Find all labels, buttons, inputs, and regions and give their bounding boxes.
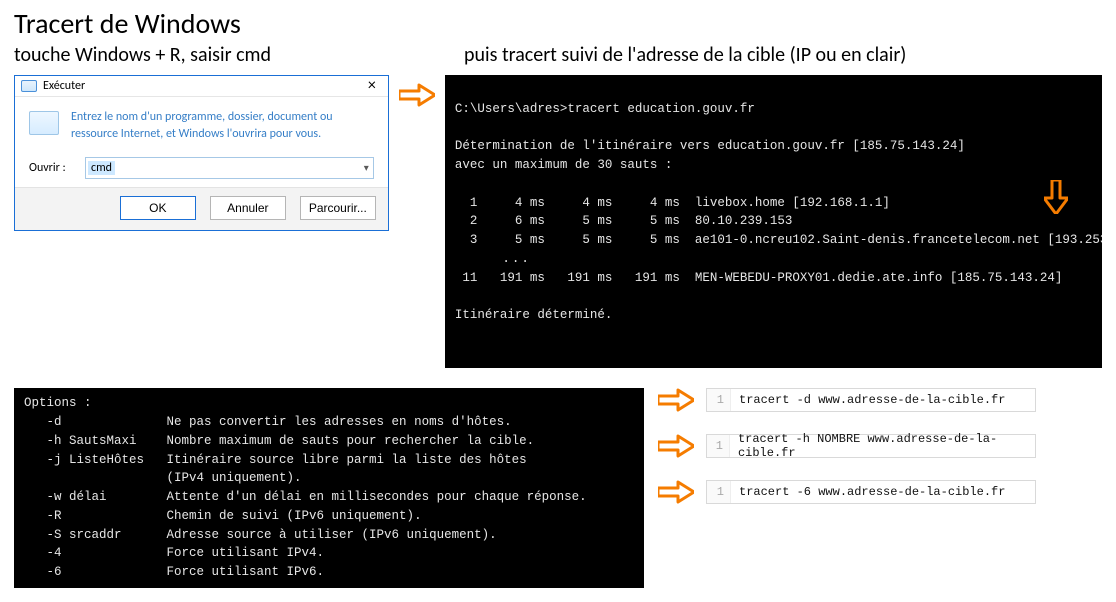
- subtitle-right: puis tracert suivi de l'adresse de la ci…: [464, 43, 906, 67]
- example-command: tracert -d www.adresse-de-la-cible.fr: [731, 393, 1005, 407]
- console-hop: 11 191 ms 191 ms 191 ms MEN-WEBEDU-PROXY…: [455, 271, 1063, 285]
- examples-column: 1tracert -d www.adresse-de-la-cible.fr1t…: [658, 388, 1102, 504]
- arrow-down-icon: [999, 161, 1068, 239]
- run-app-icon: [21, 80, 37, 92]
- example-command-box: 1tracert -6 www.adresse-de-la-cible.fr: [706, 480, 1036, 504]
- run-open-value: cmd: [88, 161, 115, 175]
- run-window-title: Exécuter: [43, 79, 85, 93]
- cancel-button[interactable]: Annuler: [210, 196, 286, 220]
- example-command-box: 1tracert -h NOMBRE www.adresse-de-la-cib…: [706, 434, 1036, 458]
- console-ellipsis: ...: [455, 252, 531, 266]
- console-tracert-output: C:\Users\adres>tracert education.gouv.fr…: [445, 75, 1102, 368]
- run-open-label: Ouvrir :: [29, 161, 77, 175]
- page-title: Tracert de Windows: [14, 6, 1102, 41]
- example-line: 1tracert -d www.adresse-de-la-cible.fr: [658, 388, 1102, 412]
- console-line: Détermination de l'itinéraire vers educa…: [455, 139, 965, 153]
- arrow-right-icon: [658, 434, 694, 458]
- run-open-input[interactable]: cmd ▾: [85, 157, 374, 179]
- example-command: tracert -h NOMBRE www.adresse-de-la-cibl…: [730, 432, 1035, 460]
- run-program-icon: [29, 111, 59, 135]
- example-line: 1tracert -h NOMBRE www.adresse-de-la-cib…: [658, 434, 1102, 458]
- subtitle-left: touche Windows + R, saisir cmd: [14, 43, 404, 67]
- example-line-number: 1: [707, 481, 731, 503]
- arrow-right-icon: [658, 480, 694, 504]
- console-options: Options : -d Ne pas convertir les adress…: [14, 388, 644, 588]
- example-command: tracert -6 www.adresse-de-la-cible.fr: [731, 485, 1005, 499]
- arrow-right-icon: [658, 388, 694, 412]
- example-command-box: 1tracert -d www.adresse-de-la-cible.fr: [706, 388, 1036, 412]
- console-line: avec un maximum de 30 sauts :: [455, 158, 673, 172]
- example-line-number: 1: [707, 435, 730, 457]
- run-description: Entrez le nom d'un programme, dossier, d…: [71, 109, 374, 143]
- run-dialog: Exécuter × Entrez le nom d'un programme,…: [14, 75, 389, 231]
- ok-button[interactable]: OK: [120, 196, 196, 220]
- close-icon[interactable]: ×: [362, 78, 382, 94]
- example-line: 1tracert -6 www.adresse-de-la-cible.fr: [658, 480, 1102, 504]
- chevron-down-icon[interactable]: ▾: [364, 161, 369, 174]
- console-done: Itinéraire déterminé.: [455, 308, 613, 322]
- console-hop: 2 6 ms 5 ms 5 ms 80.10.239.153: [455, 214, 793, 228]
- run-titlebar: Exécuter ×: [15, 76, 388, 97]
- browse-button[interactable]: Parcourir...: [300, 196, 376, 220]
- console-hop: 1 4 ms 4 ms 4 ms livebox.home [192.168.1…: [455, 196, 890, 210]
- arrow-right-icon: [399, 83, 435, 107]
- console-prompt: C:\Users\adres>tracert education.gouv.fr: [455, 102, 755, 116]
- example-line-number: 1: [707, 389, 731, 411]
